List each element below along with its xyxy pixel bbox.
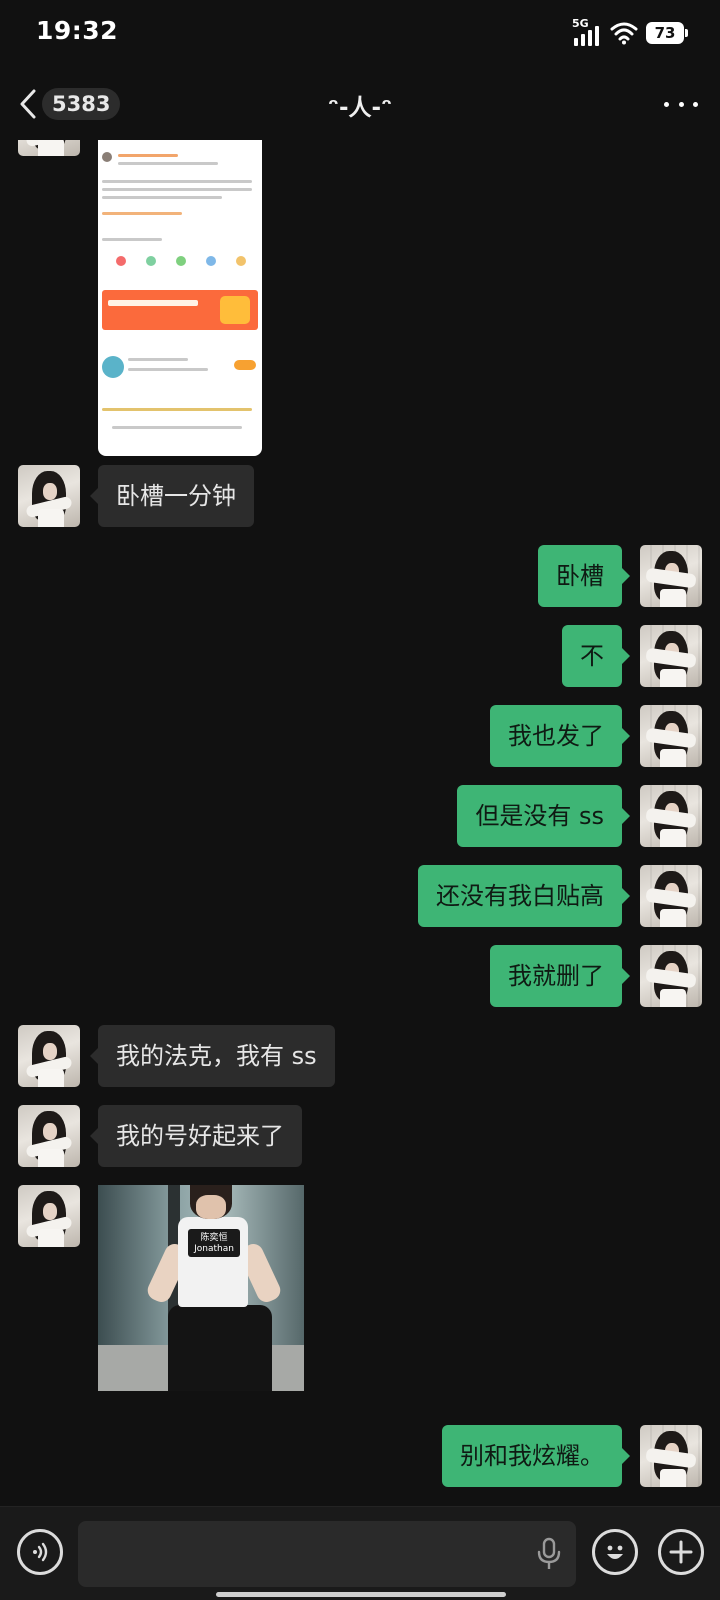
battery-indicator: 73 xyxy=(646,22,688,44)
more-actions-button[interactable] xyxy=(658,1529,704,1575)
home-indicator[interactable] xyxy=(216,1592,506,1597)
chat-header: 5383 ᵔ-人-ᵔ xyxy=(0,74,720,138)
chat-title: ᵔ-人-ᵔ xyxy=(327,95,393,121)
message-image[interactable] xyxy=(98,140,262,456)
avatar[interactable] xyxy=(640,785,702,847)
input-bar xyxy=(0,1506,720,1600)
avatar[interactable] xyxy=(640,625,702,687)
message-bubble[interactable]: 我就删了 xyxy=(490,945,630,1007)
emoji-icon xyxy=(607,1545,623,1559)
message-bubble[interactable]: 别和我炫耀。 xyxy=(442,1425,630,1487)
avatar[interactable] xyxy=(18,1185,80,1247)
status-bar: 19:32 5G 73 xyxy=(0,0,720,70)
message-bubble[interactable]: 我也发了 xyxy=(490,705,630,767)
status-time: 19:32 xyxy=(36,16,119,45)
more-dots-icon xyxy=(664,101,669,107)
message-bubble[interactable]: 不 xyxy=(562,625,630,687)
network-type: 5G xyxy=(572,17,589,30)
microphone-icon[interactable] xyxy=(536,1537,562,1571)
message-list[interactable]: 卧槽一分钟 卧槽 不 我也发了 但是没有 ss 还没有我白贴高 我就删了 我的法… xyxy=(0,140,720,1504)
avatar[interactable] xyxy=(640,705,702,767)
message-bubble[interactable]: 卧槽一分钟 xyxy=(90,465,254,527)
message-bubble[interactable]: 卧槽 xyxy=(538,545,630,607)
avatar[interactable] xyxy=(640,945,702,1007)
message-bubble[interactable]: 我的法克，我有 ss xyxy=(90,1025,335,1087)
signal-icon: 5G xyxy=(572,17,602,46)
message-bubble[interactable]: 还没有我白贴高 xyxy=(418,865,630,927)
sticker-image[interactable]: 陈奕恒 Jonathan xyxy=(98,1185,304,1391)
avatar[interactable] xyxy=(640,1425,702,1487)
avatar[interactable] xyxy=(18,465,80,527)
avatar[interactable] xyxy=(640,865,702,927)
message-bubble[interactable]: 我的号好起来了 xyxy=(90,1105,302,1167)
avatar[interactable] xyxy=(18,140,80,156)
more-options-button[interactable] xyxy=(664,90,698,118)
avatar[interactable] xyxy=(18,1025,80,1087)
wifi-icon xyxy=(610,22,638,45)
emoji-button[interactable] xyxy=(592,1529,638,1575)
avatar[interactable] xyxy=(640,545,702,607)
message-input[interactable] xyxy=(78,1521,576,1587)
message-bubble[interactable]: 但是没有 ss xyxy=(457,785,630,847)
plus-icon xyxy=(669,1540,693,1564)
avatar[interactable] xyxy=(18,1105,80,1167)
voice-icon xyxy=(33,1542,48,1562)
voice-toggle-button[interactable] xyxy=(17,1529,63,1575)
status-icons: 5G 73 xyxy=(572,17,688,48)
sticker-shirt-label: 陈奕恒 Jonathan xyxy=(194,1233,234,1254)
